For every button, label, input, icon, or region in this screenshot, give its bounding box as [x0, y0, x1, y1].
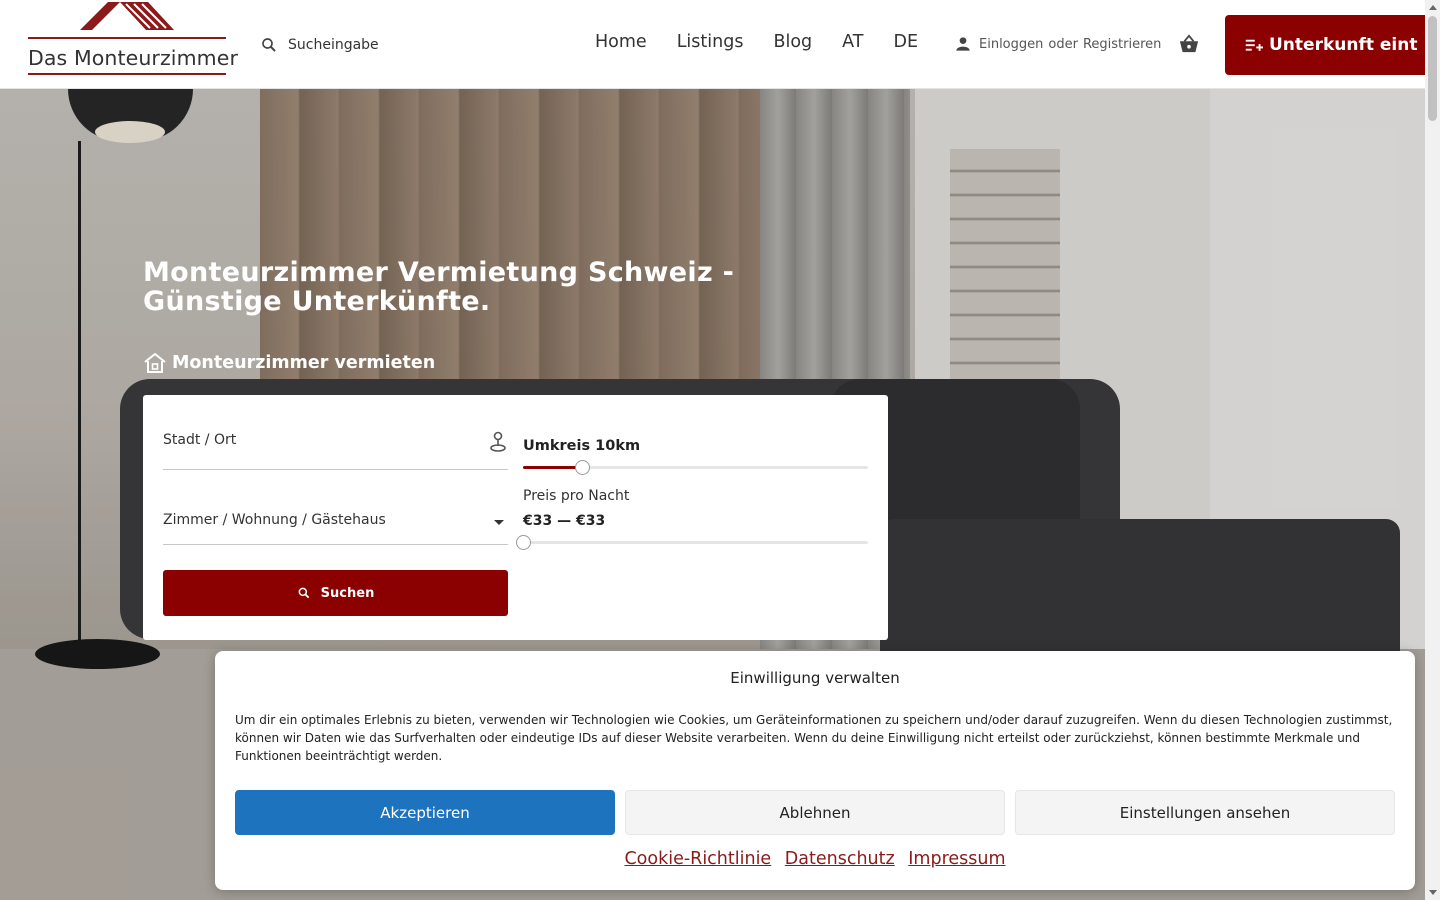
- consent-text: Um dir ein optimales Erlebnis zu bieten,…: [235, 713, 1393, 763]
- nav-home[interactable]: Home: [595, 32, 647, 52]
- accommodation-type-label: Zimmer / Wohnung / Gästehaus: [163, 512, 386, 528]
- site-logo[interactable]: Das Monteurzimmer: [28, 0, 238, 80]
- location-pin-icon[interactable]: [488, 431, 508, 453]
- site-search-input[interactable]: [288, 37, 488, 53]
- radius-label: Umkreis 10km: [523, 438, 641, 454]
- site-search: [260, 30, 520, 60]
- price-label: Preis pro Nacht: [523, 488, 630, 504]
- search-button-label: Suchen: [320, 585, 375, 601]
- house-icon: [144, 352, 166, 373]
- view-settings-button[interactable]: Einstellungen ansehen: [1015, 790, 1395, 835]
- rent-out-link[interactable]: Monteurzimmer vermieten: [143, 352, 435, 374]
- radius-slider[interactable]: [523, 460, 868, 475]
- cookie-policy-link[interactable]: Cookie-Richtlinie: [624, 849, 771, 869]
- cart-button[interactable]: [1178, 34, 1200, 58]
- login-or-text: oder: [1048, 36, 1078, 52]
- scroll-down-arrow[interactable]: [1429, 890, 1437, 895]
- nav-listings[interactable]: Listings: [677, 32, 744, 52]
- scrollbar-thumb[interactable]: [1428, 16, 1437, 121]
- scroll-up-arrow[interactable]: [1429, 5, 1437, 10]
- price-slider[interactable]: [516, 535, 868, 550]
- logo-line-top: [28, 37, 226, 39]
- nav-lang-at[interactable]: AT: [842, 32, 863, 52]
- account-links: Einloggen oder Registrieren: [955, 36, 1161, 52]
- cookie-consent-dialog: Einwilligung verwalten Um dir ein optima…: [215, 651, 1415, 890]
- basket-icon: [1179, 34, 1199, 53]
- accommodation-type-select[interactable]: Zimmer / Wohnung / Gästehaus: [163, 500, 508, 545]
- privacy-link[interactable]: Datenschutz: [785, 849, 895, 869]
- site-header: Das Monteurzimmer Home Listings Blog AT …: [0, 0, 1435, 89]
- price-slider-thumb[interactable]: [516, 535, 531, 550]
- search-icon: [298, 587, 309, 599]
- imprint-link[interactable]: Impressum: [908, 849, 1005, 869]
- logo-text: Das Monteurzimmer: [28, 46, 238, 70]
- add-listing-label: Unterkunft eint: [1269, 35, 1418, 55]
- main-nav: Home Listings Blog AT DE: [595, 32, 948, 52]
- hero-title: Monteurzimmer Vermietung Schweiz - Günst…: [143, 257, 735, 317]
- deny-button[interactable]: Ablehnen: [625, 790, 1005, 835]
- logo-line-bottom: [28, 73, 226, 75]
- search-button[interactable]: Suchen: [163, 570, 508, 616]
- add-listing-button[interactable]: Unterkunft eint: [1225, 15, 1435, 75]
- user-icon: [956, 37, 970, 51]
- price-range-value: €33 — €33: [523, 513, 606, 529]
- consent-title: Einwilligung verwalten: [730, 669, 900, 687]
- accept-button[interactable]: Akzeptieren: [235, 790, 615, 835]
- nav-lang-de[interactable]: DE: [893, 32, 918, 52]
- consent-links: Cookie-Richtlinie Datenschutz Impressum: [215, 849, 1415, 869]
- city-label: Stadt / Ort: [163, 432, 237, 448]
- chevron-down-icon: [494, 520, 504, 525]
- city-field[interactable]: Stadt / Ort: [163, 425, 508, 470]
- register-link[interactable]: Registrieren: [1083, 37, 1161, 52]
- page-scrollbar[interactable]: [1425, 0, 1440, 900]
- radius-slider-fill: [523, 466, 582, 469]
- nav-blog[interactable]: Blog: [773, 32, 812, 52]
- rent-out-label: Monteurzimmer vermieten: [172, 353, 436, 373]
- radius-slider-thumb[interactable]: [574, 460, 590, 475]
- search-icon: [262, 38, 276, 52]
- login-link[interactable]: Einloggen: [979, 37, 1043, 52]
- playlist-add-icon: [1245, 39, 1263, 51]
- search-form: Stadt / Ort Zimmer / Wohnung / Gästehaus…: [143, 395, 888, 640]
